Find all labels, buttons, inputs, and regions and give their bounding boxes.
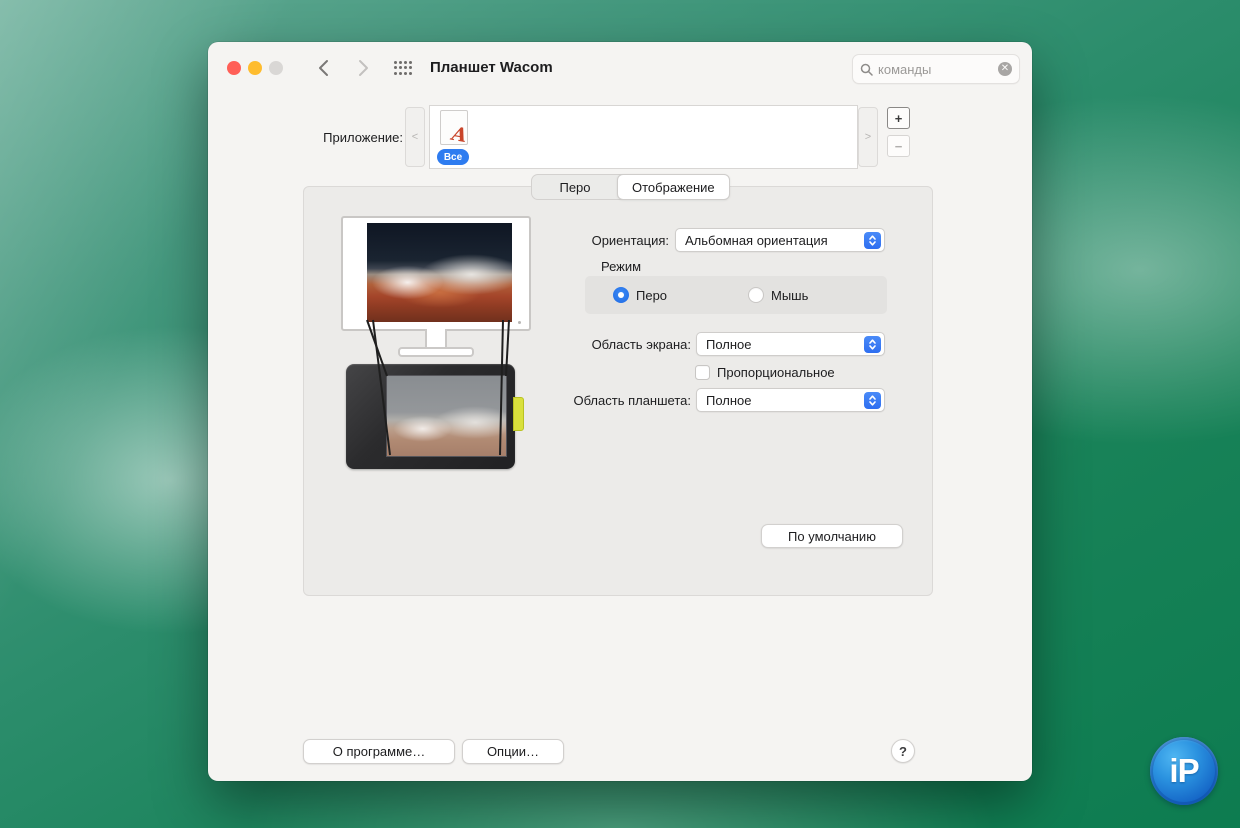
tablet-area-label: Область планшета: — [461, 393, 691, 408]
radio-selected-icon — [613, 287, 629, 303]
application-label: Приложение: — [208, 130, 403, 145]
search-field[interactable]: команды ✕ — [852, 54, 1020, 84]
monitor-stand-neck — [425, 329, 447, 349]
monitor-stand-base — [398, 347, 474, 357]
app-scroll-left-button[interactable]: < — [405, 107, 425, 167]
radio-pen[interactable]: Перо — [613, 287, 667, 303]
chevron-left-icon — [318, 59, 329, 77]
mode-radio-group: Перо Мышь — [585, 276, 887, 314]
window-title: Планшет Wacom — [430, 59, 553, 76]
tablet-illustration — [346, 364, 515, 469]
tab-pen[interactable]: Перо — [532, 175, 618, 199]
about-button[interactable]: О программе… — [303, 739, 455, 764]
tablet-area-select[interactable]: Полное — [696, 388, 885, 412]
tool-tabs: Перо Отображение — [531, 174, 730, 200]
all-applications-icon: A — [440, 110, 468, 145]
zoom-window-button — [269, 61, 283, 75]
tab-mapping[interactable]: Отображение — [617, 174, 730, 200]
search-input-text[interactable]: команды — [878, 62, 998, 77]
application-list[interactable]: A Все — [429, 105, 858, 169]
app-item-badge: Все — [437, 149, 469, 165]
help-button[interactable]: ? — [891, 739, 915, 763]
select-stepper-icon — [864, 232, 881, 249]
monitor-led — [518, 321, 521, 324]
radio-mouse[interactable]: Мышь — [748, 287, 808, 303]
options-button[interactable]: Опции… — [462, 739, 564, 764]
forward-button[interactable] — [352, 56, 374, 80]
iphones-ru-logo: iP — [1150, 737, 1218, 805]
chevron-right-icon — [358, 59, 369, 77]
select-stepper-icon — [864, 392, 881, 409]
orientation-label: Ориентация: — [469, 233, 669, 248]
default-button[interactable]: По умолчанию — [761, 524, 903, 548]
app-scroll-right-button[interactable]: > — [858, 107, 878, 167]
screen-area-label: Область экрана: — [491, 337, 691, 352]
orientation-select[interactable]: Альбомная ориентация — [675, 228, 885, 252]
show-all-grid-icon[interactable] — [394, 61, 413, 76]
tablet-active-area-image — [386, 375, 507, 457]
close-window-button[interactable] — [227, 61, 241, 75]
proportional-label: Пропорциональное — [717, 365, 835, 380]
add-application-button[interactable]: + — [887, 107, 910, 129]
radio-unselected-icon — [748, 287, 764, 303]
screen-area-select[interactable]: Полное — [696, 332, 885, 356]
search-icon — [860, 63, 873, 76]
select-stepper-icon — [864, 336, 881, 353]
app-item-all[interactable]: A Все — [437, 109, 473, 165]
mode-label: Режим — [601, 259, 641, 274]
proportional-checkbox[interactable] — [695, 365, 710, 380]
mapping-panel: Ориентация: Альбомная ориентация Режим П… — [303, 186, 933, 596]
clear-search-icon[interactable]: ✕ — [998, 62, 1012, 76]
minimize-window-button[interactable] — [248, 61, 262, 75]
back-button[interactable] — [312, 56, 334, 80]
remove-application-button[interactable]: − — [887, 135, 910, 157]
